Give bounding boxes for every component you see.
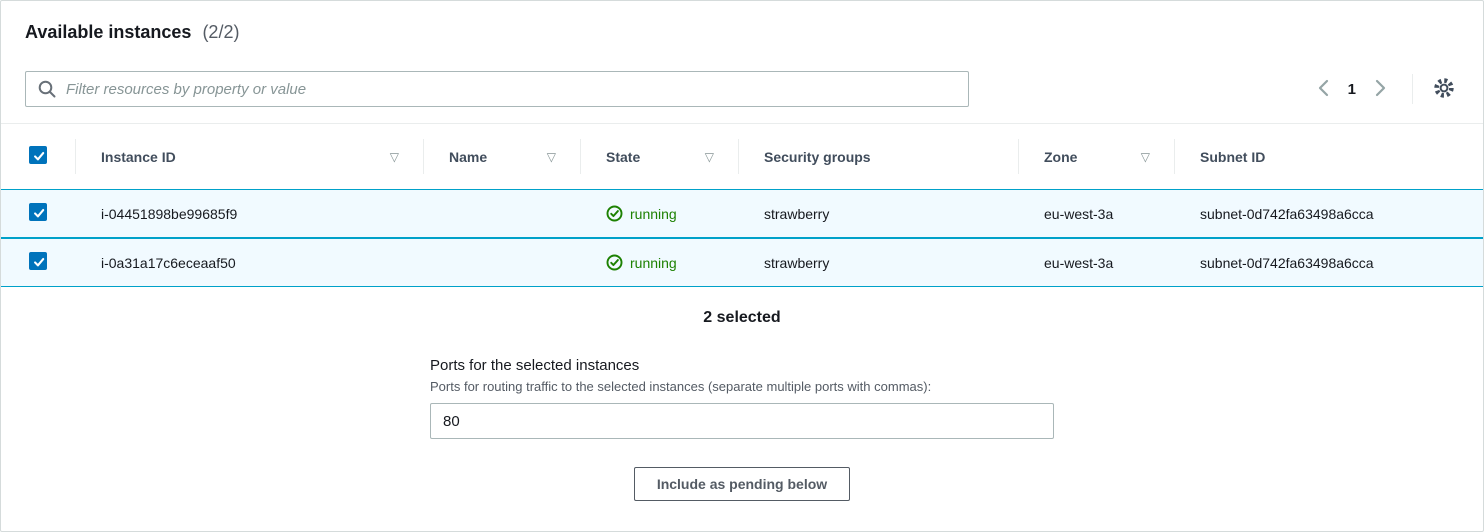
column-label: Name: [449, 149, 487, 165]
toolbar-divider: [1412, 74, 1413, 104]
filter-input[interactable]: [25, 71, 969, 107]
cell-security-groups: strawberry: [738, 238, 1018, 287]
ports-form: Ports for the selected instances Ports f…: [430, 357, 1054, 439]
status-badge: running: [630, 255, 677, 271]
panel-header: Available instances (2/2): [1, 1, 1483, 45]
ports-label: Ports for the selected instances: [430, 357, 1054, 374]
available-instances-panel: Available instances (2/2) 1: [0, 0, 1484, 532]
ports-description: Ports for routing traffic to the selecte…: [430, 379, 1054, 394]
column-header-name[interactable]: Name ▽: [423, 123, 580, 189]
sort-icon[interactable]: ▽: [1141, 150, 1150, 164]
column-header-security-groups: Security groups: [738, 123, 1018, 189]
include-as-pending-button[interactable]: Include as pending below: [634, 467, 850, 501]
settings-gear-icon: [1432, 76, 1456, 103]
instance-count: (2/2): [202, 22, 239, 42]
table-row[interactable]: i-0a31a17c6eceaaf50 running strawberry: [1, 238, 1483, 287]
cell-subnet-id: subnet-0d742fa63498a6cca: [1174, 238, 1483, 287]
cell-zone: eu-west-3a: [1018, 238, 1174, 287]
cell-instance-id: i-04451898be99685f9: [75, 189, 423, 238]
instances-table: Instance ID ▽ Name ▽ State ▽: [1, 123, 1483, 287]
row-checkbox[interactable]: [29, 252, 47, 270]
sort-icon[interactable]: ▽: [705, 150, 714, 164]
toolbar: 1: [25, 71, 1459, 107]
status-running-icon: [606, 205, 623, 222]
cell-security-groups: strawberry: [738, 189, 1018, 238]
cell-name: [423, 238, 580, 287]
toolbar-right: 1: [1310, 74, 1459, 104]
next-page-button[interactable]: [1366, 75, 1394, 103]
chevron-left-icon: [1318, 79, 1329, 100]
selection-summary: 2 selected: [1, 309, 1483, 327]
search-icon: [37, 79, 57, 99]
cell-zone: eu-west-3a: [1018, 189, 1174, 238]
column-label: Subnet ID: [1200, 149, 1265, 165]
cell-instance-id: i-0a31a17c6eceaaf50: [75, 238, 423, 287]
column-header-instance-id[interactable]: Instance ID ▽: [75, 123, 423, 189]
sort-icon[interactable]: ▽: [390, 150, 399, 164]
row-checkbox[interactable]: [29, 203, 47, 221]
button-row: Include as pending below: [1, 467, 1483, 501]
cell-state: running: [580, 238, 738, 287]
column-header-subnet-id: Subnet ID: [1174, 123, 1483, 189]
table-header-row: Instance ID ▽ Name ▽ State ▽: [1, 123, 1483, 189]
table-row[interactable]: i-04451898be99685f9 running strawberry: [1, 189, 1483, 238]
column-label: Security groups: [764, 149, 871, 165]
select-all-checkbox[interactable]: [29, 146, 47, 164]
current-page-number: 1: [1338, 81, 1366, 98]
status-badge: running: [630, 206, 677, 222]
column-header-state[interactable]: State ▽: [580, 123, 738, 189]
column-label: Zone: [1044, 149, 1077, 165]
previous-page-button[interactable]: [1310, 75, 1338, 103]
cell-name: [423, 189, 580, 238]
column-label: Instance ID: [101, 149, 176, 165]
column-label: State: [606, 149, 640, 165]
title-line: Available instances (2/2): [25, 19, 1459, 45]
page-title: Available instances: [25, 22, 191, 42]
settings-button[interactable]: [1429, 74, 1459, 104]
filter-box: [25, 71, 969, 107]
column-header-zone[interactable]: Zone ▽: [1018, 123, 1174, 189]
cell-state: running: [580, 189, 738, 238]
cell-subnet-id: subnet-0d742fa63498a6cca: [1174, 189, 1483, 238]
chevron-right-icon: [1375, 79, 1386, 100]
ports-input[interactable]: [430, 403, 1054, 439]
status-running-icon: [606, 254, 623, 271]
sort-icon[interactable]: ▽: [547, 150, 556, 164]
